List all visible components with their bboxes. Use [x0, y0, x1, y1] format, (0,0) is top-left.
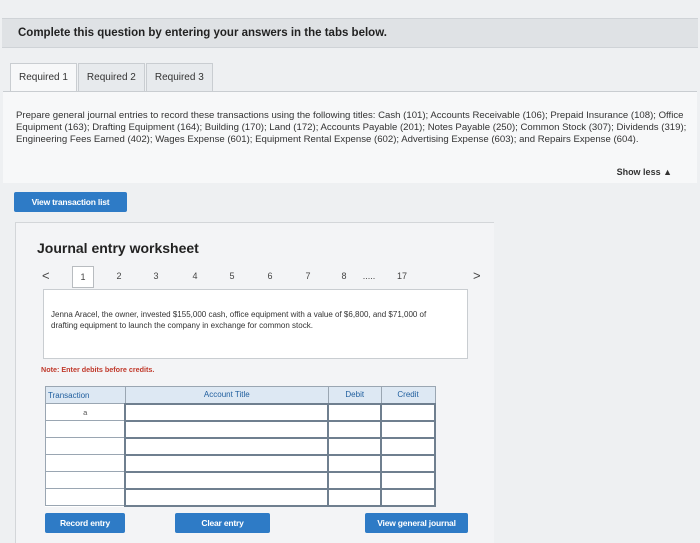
table-row	[45, 419, 436, 439]
credit-input[interactable]	[380, 436, 436, 456]
page-ellipsis: .....	[362, 271, 376, 281]
transaction-cell	[45, 420, 126, 438]
page-2[interactable]: 2	[112, 271, 126, 281]
account-title-input[interactable]	[124, 436, 330, 456]
table-row	[45, 436, 436, 456]
page-5[interactable]: 5	[225, 271, 239, 281]
credit-input[interactable]	[380, 487, 436, 507]
journal-entry-worksheet: Journal entry worksheet < 1 2 3 4 5 6 7 …	[15, 222, 494, 543]
next-page-icon[interactable]: >	[473, 268, 481, 283]
page-3[interactable]: 3	[149, 271, 163, 281]
table-header-row: Transaction Account Title Debit Credit	[45, 386, 436, 404]
table-row	[45, 470, 436, 490]
credit-input[interactable]	[380, 419, 436, 439]
instructions-text: Prepare general journal entries to recor…	[16, 110, 687, 146]
debit-input[interactable]	[327, 436, 383, 456]
required-tabs: Required 1 Required 2 Required 3	[10, 63, 214, 92]
page-1[interactable]: 1	[72, 266, 94, 288]
transaction-description: Jenna Aracel, the owner, invested $155,0…	[51, 310, 427, 330]
worksheet-title: Journal entry worksheet	[37, 240, 199, 256]
page-7[interactable]: 7	[301, 271, 315, 281]
debit-input[interactable]	[327, 470, 383, 490]
transaction-cell	[45, 437, 126, 455]
table-row: a	[45, 402, 436, 422]
transaction-cell	[45, 471, 126, 489]
header-credit: Credit	[380, 386, 436, 404]
transaction-description-box: Jenna Aracel, the owner, invested $155,0…	[43, 289, 468, 359]
credit-input[interactable]	[380, 470, 436, 490]
header-debit: Debit	[327, 386, 382, 404]
transaction-cell	[45, 454, 126, 472]
debit-input[interactable]	[327, 487, 383, 507]
page-17[interactable]: 17	[395, 271, 409, 281]
page-8[interactable]: 8	[337, 271, 351, 281]
header-transaction: Transaction	[45, 386, 126, 404]
account-title-input[interactable]	[124, 402, 330, 422]
account-title-input[interactable]	[124, 470, 330, 490]
credit-input[interactable]	[380, 402, 436, 422]
journal-entry-table: Transaction Account Title Debit Credit a	[45, 386, 436, 507]
tab-required-2[interactable]: Required 2	[77, 63, 145, 91]
debit-input[interactable]	[327, 419, 383, 439]
entry-note: Note: Enter debits before credits.	[41, 365, 155, 374]
tab-required-1[interactable]: Required 1	[10, 63, 77, 92]
instructions-panel: Prepare general journal entries to recor…	[3, 91, 697, 183]
view-general-journal-button[interactable]: View general journal	[365, 513, 468, 533]
debit-input[interactable]	[327, 402, 383, 422]
tab-required-3[interactable]: Required 3	[145, 63, 213, 91]
clear-entry-button[interactable]: Clear entry	[175, 513, 270, 533]
header-account-title: Account Title	[124, 386, 329, 404]
show-less-link[interactable]: Show less ▲	[617, 167, 672, 177]
credit-input[interactable]	[380, 453, 436, 473]
account-title-input[interactable]	[124, 453, 330, 473]
table-row	[45, 487, 436, 507]
page-4[interactable]: 4	[188, 271, 202, 281]
record-entry-button[interactable]: Record entry	[45, 513, 125, 533]
debit-input[interactable]	[327, 453, 383, 473]
table-row	[45, 453, 436, 473]
page-6[interactable]: 6	[263, 271, 277, 281]
view-transaction-list-button[interactable]: View transaction list	[14, 192, 127, 212]
question-header-title: Complete this question by entering your …	[18, 27, 387, 39]
account-title-input[interactable]	[124, 419, 330, 439]
transaction-cell: a	[45, 403, 126, 421]
transaction-cell	[45, 488, 126, 506]
prev-page-icon[interactable]: <	[42, 268, 50, 283]
account-title-input[interactable]	[124, 487, 330, 507]
worksheet-pager: < 1 2 3 4 5 6 7 8 ..... 17 >	[39, 266, 489, 288]
question-header: Complete this question by entering your …	[2, 18, 698, 48]
